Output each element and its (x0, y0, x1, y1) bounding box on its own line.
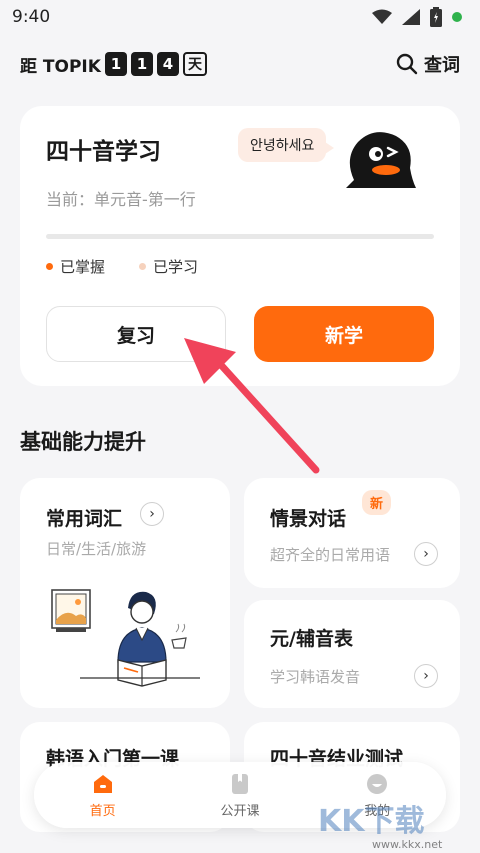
search-icon (396, 53, 418, 75)
dialog-subtitle: 超齐全的日常用语 (270, 546, 391, 564)
tab-home-label: 首页 (89, 803, 116, 819)
tab-open-course[interactable]: 公开课 (190, 772, 290, 819)
status-bar: 9:40 (0, 0, 480, 34)
wifi-icon (372, 9, 392, 24)
countdown-day-unit: 天 (182, 52, 207, 76)
home-icon (91, 772, 115, 796)
alphabet-subtitle: 学习韩语发音 (270, 668, 361, 686)
dialog-title: 情景对话 (270, 508, 347, 530)
alphabet-chevron-right-icon[interactable]: › (414, 664, 438, 688)
battery-icon (430, 7, 442, 27)
alphabet-learning-card: 四十音学习 안녕하세요 当前：单元音-第一行 已掌握 已学习 复习 新学 (20, 106, 460, 386)
tab-home[interactable]: 首页 (53, 772, 153, 819)
dialog-chevron-right-icon[interactable]: › (414, 542, 438, 566)
new-learn-button[interactable]: 新学 (254, 306, 434, 362)
topik-countdown: 距 TOPIK 1 1 4 天 (20, 52, 207, 77)
legend-learned: 已学习 (139, 256, 198, 277)
countdown-prefix: 距 TOPIK (20, 56, 101, 77)
vocab-card[interactable]: 常用词汇 › 日常/生活/旅游 (20, 478, 230, 708)
progress-legend: 已掌握 已学习 (46, 256, 198, 277)
watermark-logo: KK下载 (318, 804, 425, 839)
new-badge: 新 (362, 490, 392, 515)
notification-dot-icon (452, 12, 462, 22)
book-icon (228, 772, 252, 796)
countdown-digit-1: 1 (104, 52, 127, 76)
vocab-title: 常用词汇 (46, 508, 123, 530)
review-button[interactable]: 复习 (46, 306, 226, 362)
watermark-url: www.kkx.net (372, 838, 443, 851)
legend-mastered: 已掌握 (46, 256, 105, 277)
legend-mastered-label: 已掌握 (60, 258, 106, 276)
vocab-subtitle: 日常/生活/旅游 (46, 540, 147, 558)
mastered-dot (46, 263, 53, 270)
study-illustration-icon (51, 589, 200, 687)
signal-icon (402, 9, 420, 25)
greeting-bubble: 안녕하세요 (238, 128, 335, 162)
dictionary-search-button[interactable]: 查词 (396, 51, 460, 77)
progress-bar (46, 234, 434, 239)
dialog-card[interactable]: 情景对话 新 超齐全的日常用语 › (244, 478, 460, 588)
vocab-chevron-right-icon[interactable]: › (140, 502, 164, 526)
alphabet-title: 元/辅音表 (270, 628, 353, 650)
status-icons (372, 7, 462, 27)
learned-dot (139, 263, 147, 270)
card-title: 四十音学习 (46, 139, 161, 165)
current-lesson: 当前：单元音-第一行 (46, 190, 196, 209)
countdown-digit-2: 1 (130, 52, 153, 76)
alphabet-table-card[interactable]: 元/辅音表 学习韩语发音 › (244, 600, 460, 708)
mascot-icon (346, 132, 416, 188)
section-title: 基础能力提升 (20, 430, 146, 454)
legend-learned-label: 已学习 (153, 258, 199, 276)
countdown-digit-3: 4 (156, 52, 179, 76)
status-time: 9:40 (12, 7, 51, 27)
profile-icon (365, 772, 389, 796)
header: 距 TOPIK 1 1 4 天 查词 (0, 40, 480, 88)
tab-open-course-label: 公开课 (220, 803, 260, 819)
search-label: 查词 (424, 55, 460, 76)
